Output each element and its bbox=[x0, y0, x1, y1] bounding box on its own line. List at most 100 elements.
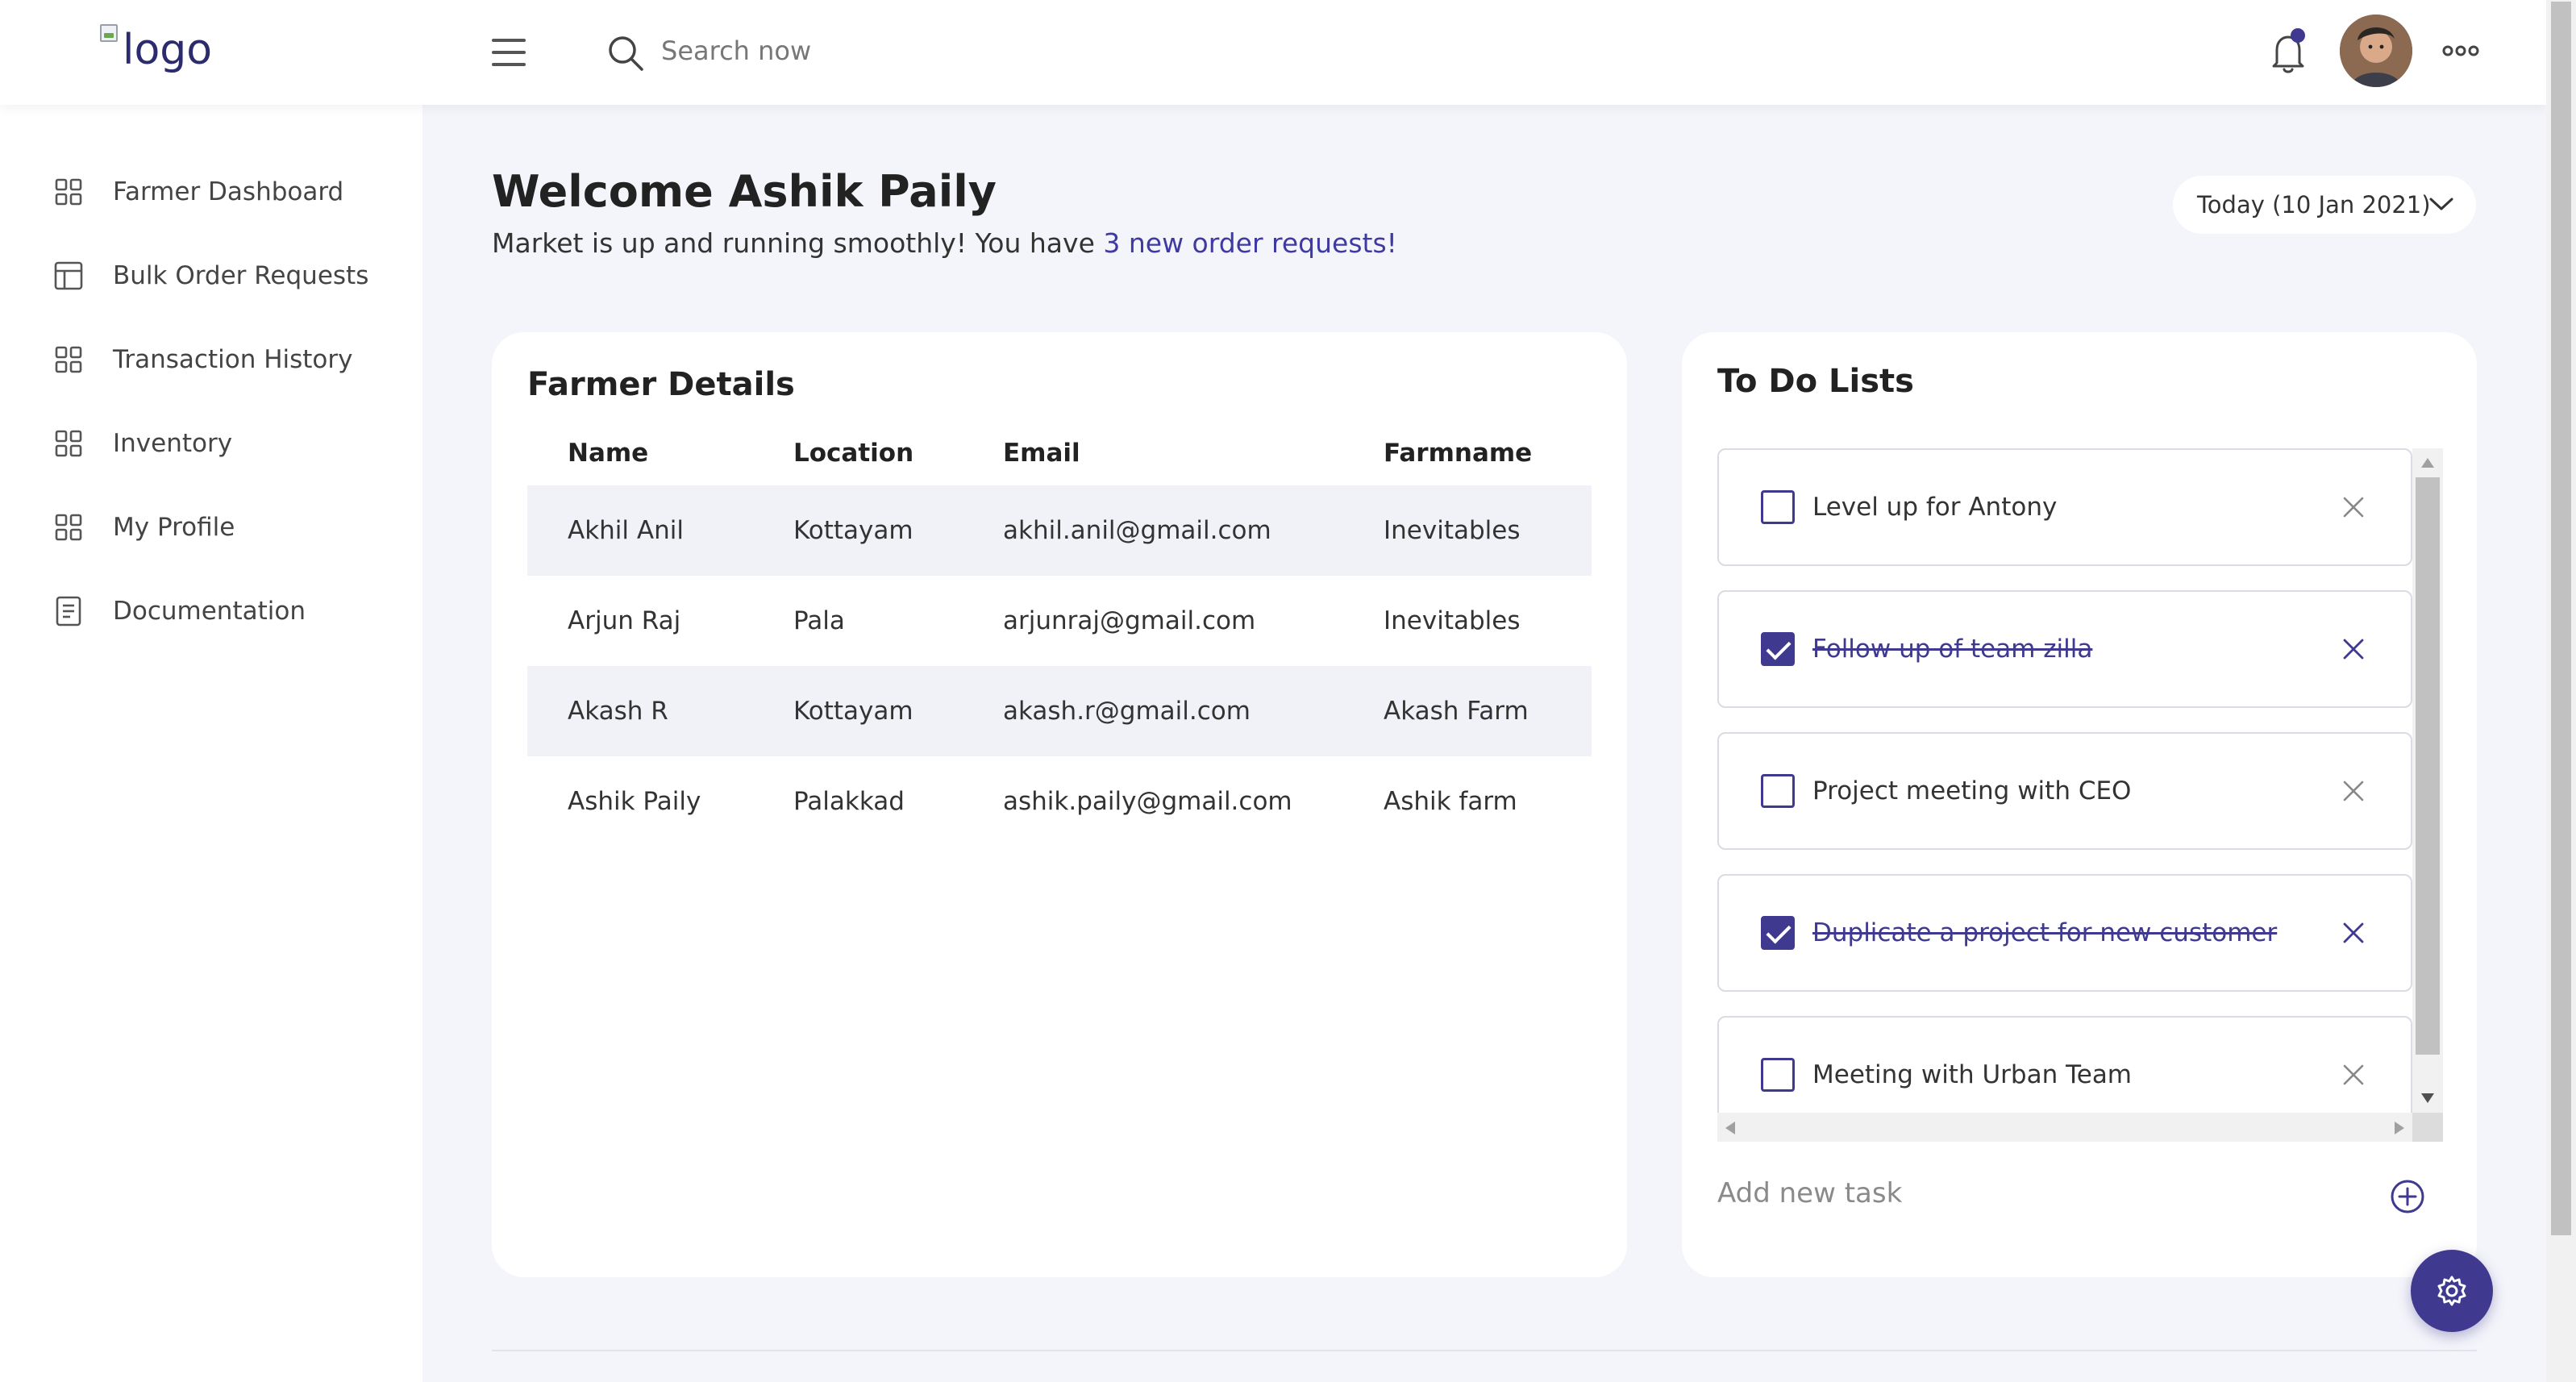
cell-name: Arjun Raj bbox=[568, 606, 681, 635]
scroll-right-arrow-icon[interactable] bbox=[2395, 1122, 2404, 1134]
cell-location: Kottayam bbox=[793, 697, 913, 726]
search-icon[interactable] bbox=[606, 34, 645, 73]
todo-checkbox-checked[interactable] bbox=[1761, 632, 1795, 666]
farmer-table: Name Location Email Farmname Akhil Anil … bbox=[527, 421, 1592, 847]
todo-item[interactable]: Meeting with Urban Team bbox=[1717, 1016, 2412, 1116]
date-label: Today (10 Jan 2021) bbox=[2197, 191, 2431, 219]
add-task-input[interactable] bbox=[1717, 1171, 2282, 1216]
sidebar-item-label: My Profile bbox=[113, 513, 235, 542]
table-row[interactable]: Akhil Anil Kottayam akhil.anil@gmail.com… bbox=[527, 485, 1592, 576]
sidebar-item-inventory[interactable]: Inventory bbox=[53, 419, 232, 468]
cell-email: akash.r@gmail.com bbox=[1003, 697, 1251, 726]
todo-scrollbar-thumb[interactable] bbox=[2416, 477, 2440, 1055]
sidebar-item-my-profile[interactable]: My Profile bbox=[53, 503, 235, 552]
page-scrollbar-thumb[interactable] bbox=[2551, 2, 2571, 1235]
cell-location: Pala bbox=[793, 606, 845, 635]
scrollbar-corner bbox=[2412, 1113, 2443, 1142]
todo-checkbox[interactable] bbox=[1761, 774, 1795, 808]
add-task-plus-icon[interactable] bbox=[2390, 1179, 2425, 1214]
sidebar-item-transaction-history[interactable]: Transaction History bbox=[53, 335, 352, 384]
cell-name: Akash R bbox=[568, 697, 668, 726]
cell-farmname: Inevitables bbox=[1384, 606, 1521, 635]
todo-text: Duplicate a project for new customer bbox=[1812, 918, 2278, 947]
cell-name: Akhil Anil bbox=[568, 516, 684, 545]
todo-checkbox[interactable] bbox=[1761, 490, 1795, 524]
cell-location: Palakkad bbox=[793, 787, 905, 816]
cell-farmname: Inevitables bbox=[1384, 516, 1521, 545]
close-icon[interactable] bbox=[2340, 493, 2367, 521]
todo-item[interactable]: Duplicate a project for new customer bbox=[1717, 874, 2412, 992]
logo[interactable]: logo bbox=[100, 21, 212, 71]
table-row[interactable]: Akash R Kottayam akash.r@gmail.com Akash… bbox=[527, 666, 1592, 756]
todo-item[interactable]: Level up for Antony bbox=[1717, 448, 2412, 566]
todo-scrollbar[interactable] bbox=[2412, 448, 2443, 1113]
todo-text: Level up for Antony bbox=[1812, 493, 2058, 522]
top-navbar: logo bbox=[0, 0, 2546, 105]
cell-farmname: Akash Farm bbox=[1384, 697, 1529, 726]
todo-text: Meeting with Urban Team bbox=[1812, 1060, 2133, 1089]
todo-title: To Do Lists bbox=[1717, 363, 1914, 400]
sidebar-item-label: Documentation bbox=[113, 597, 306, 626]
grid-icon bbox=[53, 428, 84, 459]
todo-item[interactable]: Follow up of team zilla bbox=[1717, 590, 2412, 708]
farmer-details-card: Farmer Details Name Location Email Farmn… bbox=[492, 332, 1627, 1277]
close-icon[interactable] bbox=[2340, 777, 2367, 805]
column-header-location[interactable]: Location bbox=[793, 421, 913, 485]
table-row[interactable]: Arjun Raj Pala arjunraj@gmail.com Inevit… bbox=[527, 576, 1592, 666]
scroll-down-arrow-icon[interactable] bbox=[2421, 1093, 2434, 1103]
close-icon[interactable] bbox=[2340, 919, 2367, 947]
more-options-icon[interactable] bbox=[2441, 42, 2480, 60]
grid-icon bbox=[53, 177, 84, 207]
column-header-email[interactable]: Email bbox=[1003, 421, 1080, 485]
column-header-farmname[interactable]: Farmname bbox=[1384, 421, 1532, 485]
cell-email: akhil.anil@gmail.com bbox=[1003, 516, 1271, 545]
close-icon[interactable] bbox=[2340, 635, 2367, 663]
notification-bell-icon[interactable] bbox=[2264, 27, 2312, 77]
order-requests-link[interactable]: 3 new order requests! bbox=[1103, 227, 1397, 259]
footer-divider bbox=[492, 1350, 2477, 1351]
farmer-details-title: Farmer Details bbox=[527, 366, 795, 403]
layout-icon bbox=[53, 260, 84, 291]
scroll-left-arrow-icon[interactable] bbox=[1725, 1122, 1735, 1134]
logo-alt-text: logo bbox=[123, 26, 213, 74]
gear-icon bbox=[2437, 1276, 2466, 1306]
cell-farmname: Ashik farm bbox=[1384, 787, 1517, 816]
sidebar-item-label: Inventory bbox=[113, 429, 233, 458]
todo-text: Project meeting with CEO bbox=[1812, 776, 2132, 805]
todo-checkbox[interactable] bbox=[1761, 1058, 1795, 1092]
table-header: Name Location Email Farmname bbox=[527, 421, 1592, 485]
todo-horizontal-scrollbar[interactable] bbox=[1717, 1113, 2443, 1142]
column-header-name[interactable]: Name bbox=[568, 421, 648, 485]
sidebar-item-label: Bulk Order Requests bbox=[113, 261, 369, 290]
settings-fab[interactable] bbox=[2411, 1250, 2493, 1332]
hamburger-menu-icon[interactable] bbox=[492, 39, 526, 66]
scroll-up-arrow-icon[interactable] bbox=[2421, 458, 2434, 468]
todo-item[interactable]: Project meeting with CEO bbox=[1717, 732, 2412, 850]
cell-location: Kottayam bbox=[793, 516, 913, 545]
close-icon[interactable] bbox=[2340, 1061, 2367, 1089]
sidebar-item-documentation[interactable]: Documentation bbox=[53, 587, 306, 635]
search-input[interactable] bbox=[661, 29, 1145, 73]
subtitle-text: Market is up and running smoothly! You h… bbox=[492, 227, 1104, 259]
grid-icon bbox=[53, 344, 84, 375]
todo-checkbox-checked[interactable] bbox=[1761, 916, 1795, 950]
broken-image-icon bbox=[100, 24, 118, 42]
chevron-down-icon bbox=[2429, 198, 2453, 210]
sidebar: Farmer Dashboard Bulk Order Requests Tra… bbox=[0, 105, 422, 1382]
date-range-dropdown[interactable]: Today (10 Jan 2021) bbox=[2173, 176, 2476, 234]
todo-list: Level up for Antony Follow up of team zi… bbox=[1717, 448, 2443, 1116]
cell-name: Ashik Paily bbox=[568, 787, 701, 816]
table-row[interactable]: Ashik Paily Palakkad ashik.paily@gmail.c… bbox=[527, 756, 1592, 847]
cell-email: ashik.paily@gmail.com bbox=[1003, 787, 1292, 816]
document-icon bbox=[53, 596, 84, 626]
grid-icon bbox=[53, 512, 84, 543]
page-scrollbar[interactable] bbox=[2546, 0, 2576, 1382]
sidebar-item-bulk-order-requests[interactable]: Bulk Order Requests bbox=[53, 252, 368, 300]
user-avatar[interactable] bbox=[2340, 15, 2412, 87]
todo-card: To Do Lists Level up for Antony Follow u… bbox=[1682, 332, 2477, 1277]
sidebar-item-label: Farmer Dashboard bbox=[113, 177, 344, 206]
sidebar-item-farmer-dashboard[interactable]: Farmer Dashboard bbox=[53, 168, 343, 216]
sidebar-item-label: Transaction History bbox=[113, 345, 353, 374]
welcome-subtitle: Market is up and running smoothly! You h… bbox=[492, 227, 1397, 259]
todo-text: Follow up of team zilla bbox=[1812, 635, 2093, 664]
